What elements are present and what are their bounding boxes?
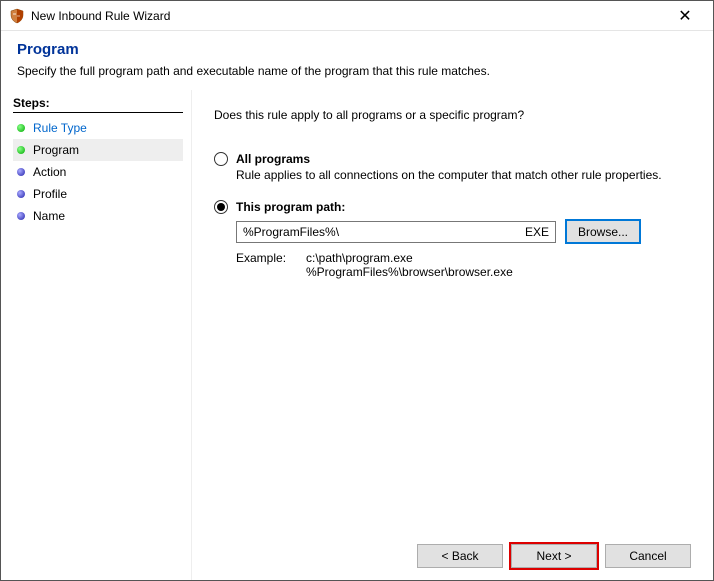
wizard-body: Steps: Rule Type Program Action Profile … — [1, 90, 713, 580]
step-action[interactable]: Action — [13, 161, 183, 183]
radio-icon[interactable] — [214, 200, 228, 214]
path-input-row: %ProgramFiles%\ EXE Browse... — [236, 220, 691, 243]
question-text: Does this rule apply to all programs or … — [214, 108, 691, 122]
example-label: Example: — [236, 251, 306, 279]
step-profile[interactable]: Profile — [13, 183, 183, 205]
window-title: New Inbound Rule Wizard — [31, 9, 665, 23]
radio-row-path[interactable]: This program path: — [214, 200, 691, 214]
back-button[interactable]: < Back — [417, 544, 503, 568]
button-row: < Back Next > Cancel — [214, 534, 691, 568]
browse-button[interactable]: Browse... — [566, 220, 640, 243]
option-all-desc: Rule applies to all connections on the c… — [236, 168, 691, 182]
example-block: Example: c:\path\program.exe %ProgramFil… — [236, 251, 691, 279]
step-name[interactable]: Name — [13, 205, 183, 227]
step-label: Profile — [33, 187, 67, 201]
steps-sidebar: Steps: Rule Type Program Action Profile … — [1, 90, 191, 580]
radio-row-all[interactable]: All programs — [214, 152, 691, 166]
step-label: Action — [33, 165, 66, 179]
cancel-button[interactable]: Cancel — [605, 544, 691, 568]
firewall-shield-icon — [9, 8, 25, 24]
page-description: Specify the full program path and execut… — [17, 64, 697, 78]
path-extension: EXE — [525, 225, 549, 239]
option-path-label: This program path: — [236, 200, 345, 214]
option-program-path: This program path: %ProgramFiles%\ EXE B… — [214, 200, 691, 279]
title-bar: New Inbound Rule Wizard ✕ — [1, 1, 713, 31]
wizard-window: New Inbound Rule Wizard ✕ Program Specif… — [0, 0, 714, 581]
step-label: Rule Type — [33, 121, 87, 135]
bullet-icon — [17, 124, 25, 132]
close-icon[interactable]: ✕ — [665, 6, 705, 26]
step-label: Name — [33, 209, 65, 223]
example-line-1: c:\path\program.exe — [306, 251, 513, 265]
next-button[interactable]: Next > — [511, 544, 597, 568]
bullet-icon — [17, 146, 25, 154]
page-header: Program Specify the full program path an… — [1, 31, 713, 90]
bullet-icon — [17, 168, 25, 176]
radio-icon[interactable] — [214, 152, 228, 166]
program-path-input[interactable]: %ProgramFiles%\ EXE — [236, 221, 556, 243]
main-content: Does this rule apply to all programs or … — [191, 90, 713, 580]
step-program[interactable]: Program — [13, 139, 183, 161]
option-all-programs: All programs Rule applies to all connect… — [214, 152, 691, 182]
steps-heading: Steps: — [13, 96, 183, 113]
bullet-icon — [17, 212, 25, 220]
example-line-2: %ProgramFiles%\browser\browser.exe — [306, 265, 513, 279]
page-title: Program — [17, 41, 697, 58]
bullet-icon — [17, 190, 25, 198]
path-value: %ProgramFiles%\ — [243, 225, 525, 239]
option-all-label: All programs — [236, 152, 310, 166]
step-rule-type[interactable]: Rule Type — [13, 117, 183, 139]
step-label: Program — [33, 143, 79, 157]
